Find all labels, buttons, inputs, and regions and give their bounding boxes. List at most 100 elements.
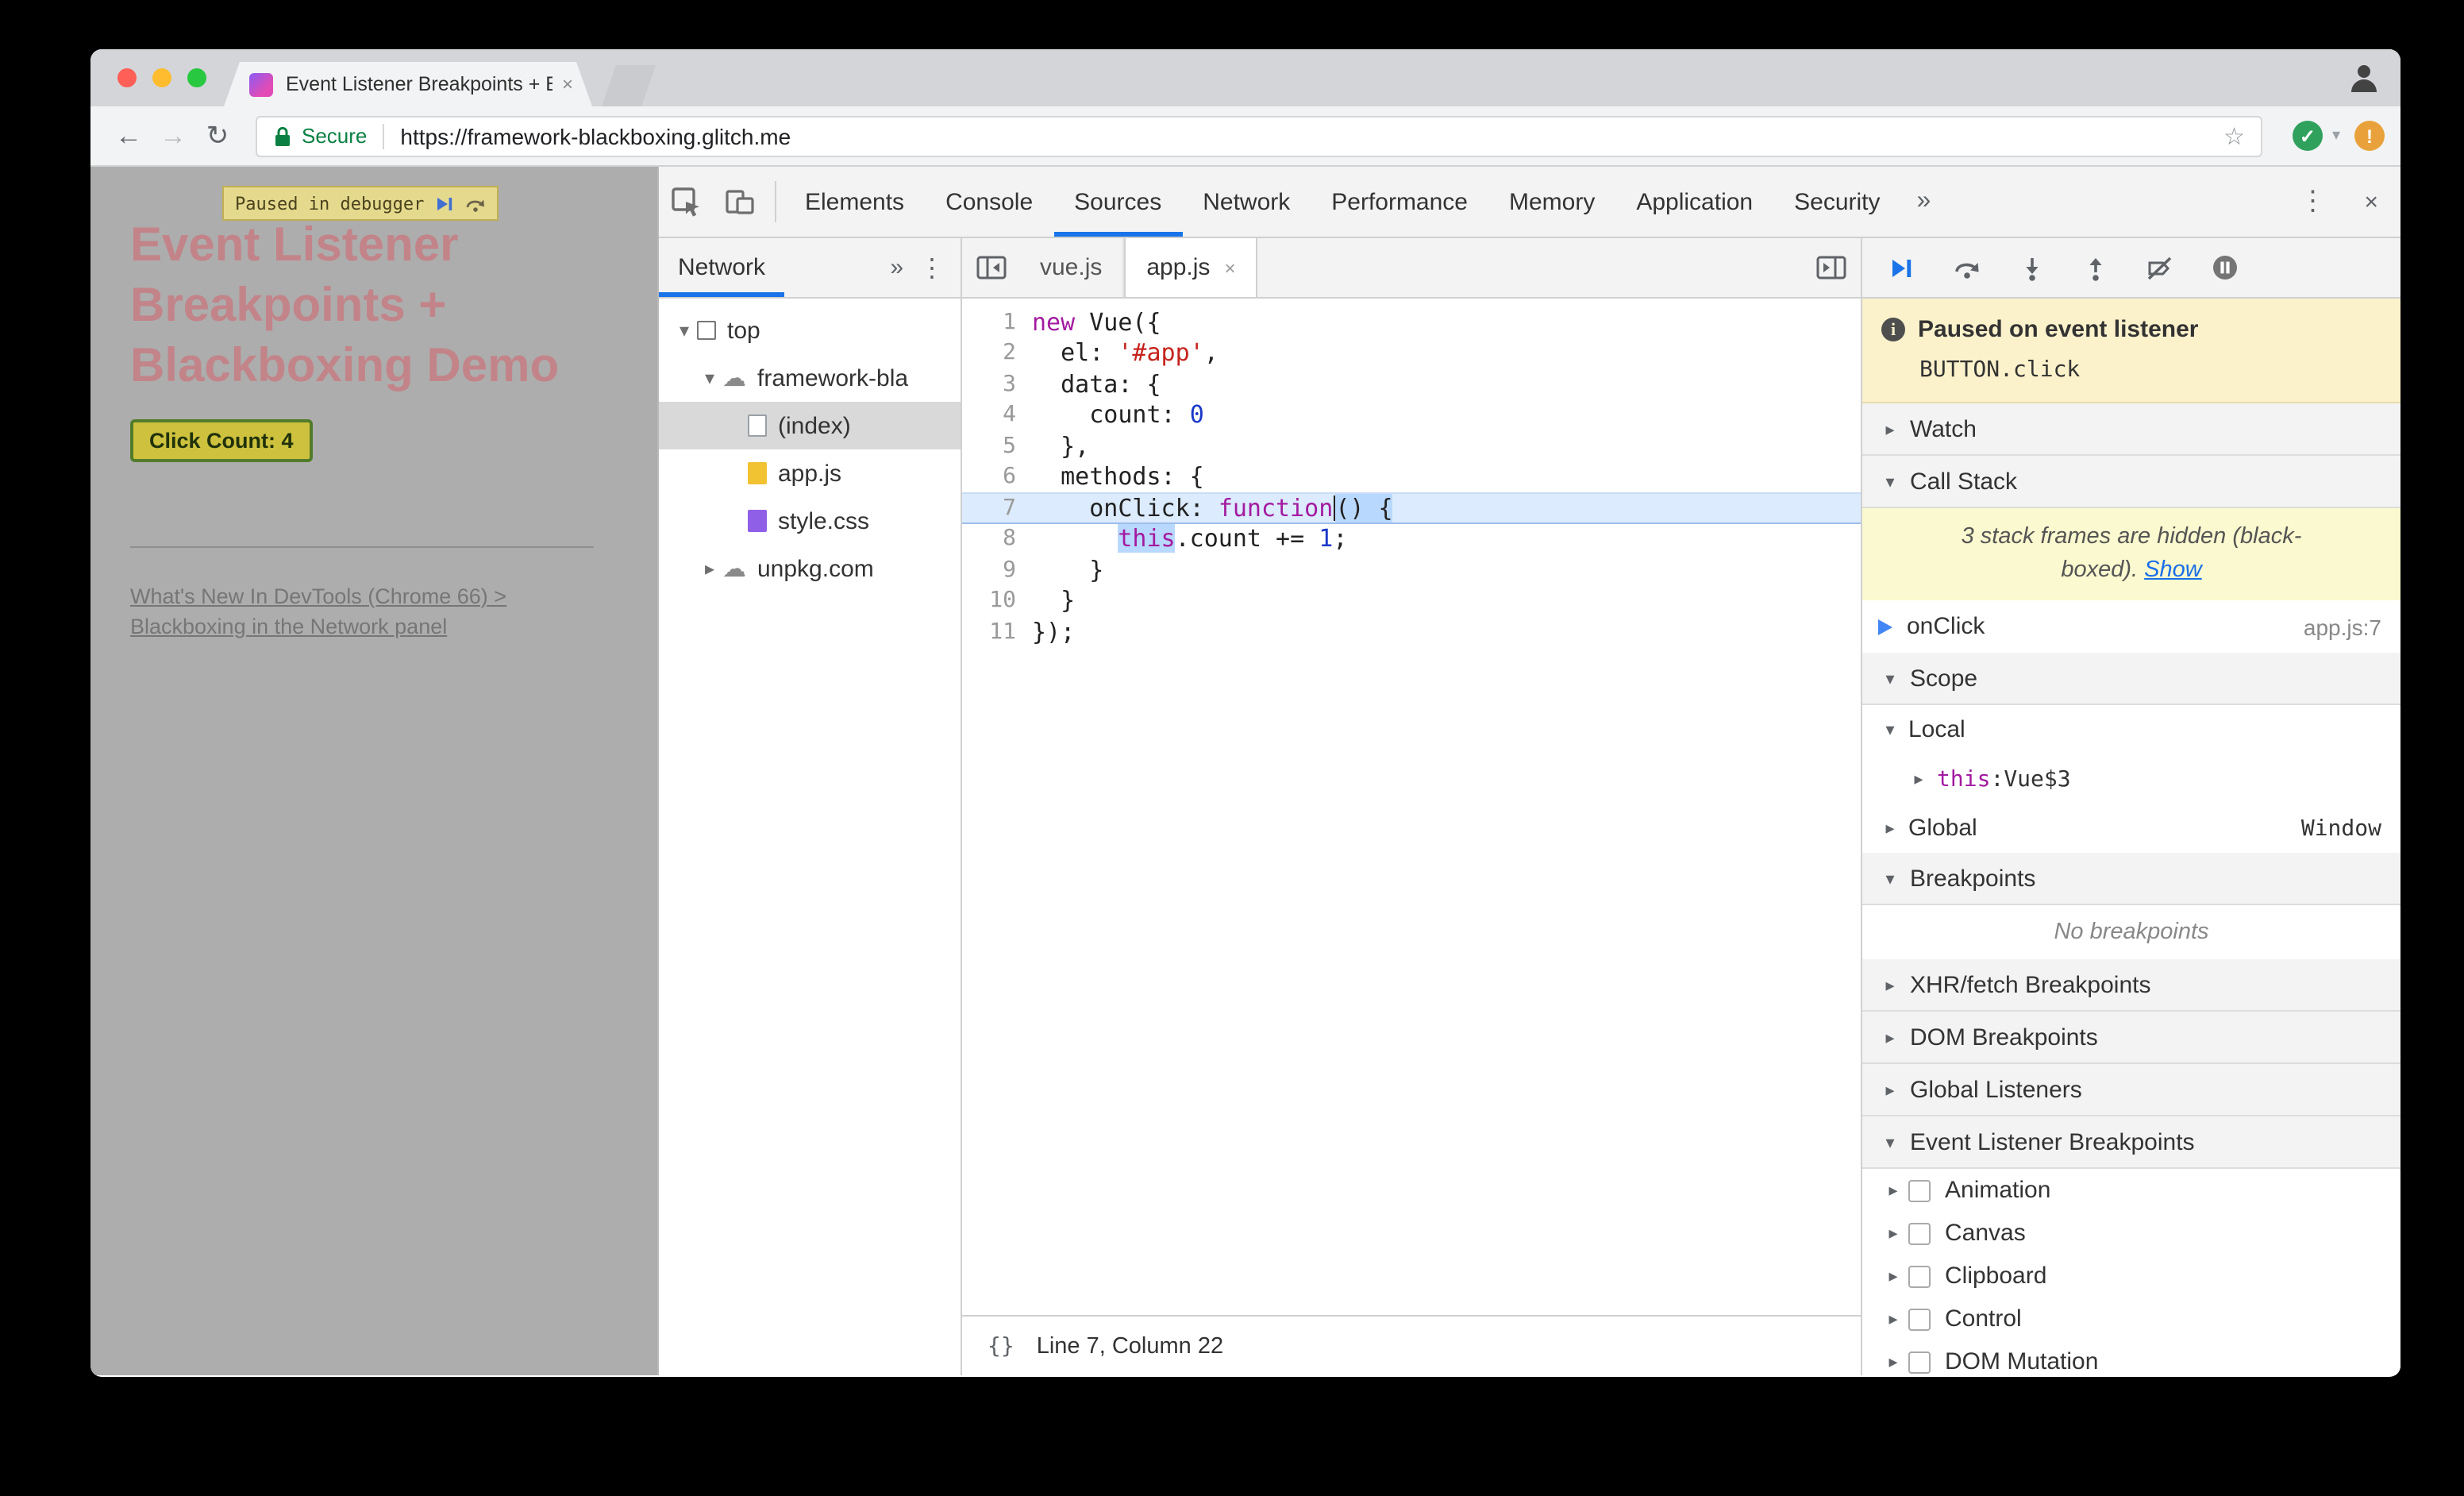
line-number[interactable]: 7 <box>962 495 1032 521</box>
event-category-canvas[interactable]: ▸ Canvas <box>1862 1212 2400 1255</box>
call-stack-frame[interactable]: onClick app.js:7 <box>1862 600 2400 653</box>
devtools-tab-network[interactable]: Network <box>1182 167 1311 237</box>
tree-item-framework-bla[interactable]: ▾ ☁ framework-bla <box>659 354 961 402</box>
tree-item-top[interactable]: ▾ top <box>659 307 961 354</box>
close-tab-icon[interactable]: × <box>1224 256 1235 279</box>
devtools-tab-performance[interactable]: Performance <box>1311 167 1488 237</box>
devtools-tab-security[interactable]: Security <box>1773 167 1900 237</box>
code-line-8[interactable]: 8 this.count += 1; <box>962 523 1861 554</box>
device-toolbar-icon[interactable] <box>713 187 767 216</box>
step-over-icon[interactable] <box>465 195 486 212</box>
line-number[interactable]: 10 <box>962 588 1032 614</box>
expander-icon[interactable]: ▾ <box>672 319 697 341</box>
collapse-arrow-icon[interactable]: ▾ <box>1881 471 1899 492</box>
tab-close-icon[interactable]: × <box>562 73 573 95</box>
show-debugger-sidebar-icon[interactable] <box>1800 238 1861 297</box>
event-category-clipboard[interactable]: ▸ Clipboard <box>1862 1255 2400 1297</box>
code-line-9[interactable]: 9 } <box>962 554 1861 585</box>
step-out-icon[interactable] <box>2083 255 2108 280</box>
devtools-tab-sources[interactable]: Sources <box>1053 167 1182 237</box>
editor-tab-vue-js[interactable]: vue.js <box>1019 238 1125 297</box>
devtools-tab-memory[interactable]: Memory <box>1488 167 1615 237</box>
category-checkbox[interactable] <box>1908 1222 1931 1244</box>
step-over-icon[interactable] <box>1953 255 1981 280</box>
code-line-10[interactable]: 10 } <box>962 585 1861 616</box>
devtools-menu-icon[interactable]: ⋮ <box>2283 186 2342 218</box>
more-tabs-icon[interactable]: » <box>1901 187 1947 216</box>
category-checkbox[interactable] <box>1908 1351 1931 1373</box>
category-checkbox[interactable] <box>1908 1265 1931 1287</box>
line-number[interactable]: 1 <box>962 310 1032 335</box>
window-close-button[interactable] <box>117 68 137 87</box>
collapse-arrow-icon[interactable]: ▸ <box>1881 418 1899 439</box>
bookmark-star-icon[interactable]: ☆ <box>2223 121 2245 150</box>
line-number[interactable]: 5 <box>962 434 1032 459</box>
expand-arrow-icon[interactable]: ▸ <box>1881 974 1899 995</box>
navigator-menu-icon[interactable]: ⋮ <box>903 252 961 283</box>
section-scope[interactable]: ▾ Scope <box>1862 653 2400 705</box>
scope-this-variable[interactable]: ▸ this: Vue$3 <box>1862 754 2400 804</box>
show-blackboxed-link[interactable]: Show <box>2144 557 2202 583</box>
section-event-listener-breakpoints[interactable]: ▾ Event Listener Breakpoints <box>1862 1116 2400 1169</box>
deactivate-breakpoints-icon[interactable] <box>2146 255 2173 280</box>
resume-script-icon[interactable] <box>435 195 454 212</box>
inspect-element-icon[interactable] <box>659 185 713 218</box>
tree-item-style-css[interactable]: style.css <box>659 497 961 545</box>
back-button[interactable]: ← <box>106 120 151 152</box>
section-dom-breakpoints[interactable]: ▸ DOM Breakpoints <box>1862 1012 2400 1064</box>
click-count-button[interactable]: Click Count: 4 <box>130 419 313 462</box>
line-number[interactable]: 9 <box>962 557 1032 583</box>
section-global-listeners[interactable]: ▸ Global Listeners <box>1862 1064 2400 1116</box>
expand-arrow-icon[interactable]: ▸ <box>1885 1309 1902 1329</box>
navigator-more-tabs-icon[interactable]: » <box>890 254 903 281</box>
line-number[interactable]: 6 <box>962 465 1032 490</box>
event-category-dom-mutation[interactable]: ▸ DOM Mutation <box>1862 1340 2400 1375</box>
section-call-stack[interactable]: ▾ Call Stack <box>1862 456 2400 508</box>
devtools-tab-application[interactable]: Application <box>1615 167 1773 237</box>
devtools-tab-console[interactable]: Console <box>925 167 1053 237</box>
code-line-6[interactable]: 6 methods: { <box>962 461 1861 492</box>
forward-button[interactable]: → <box>151 120 195 152</box>
pause-on-exceptions-icon[interactable] <box>2212 254 2239 281</box>
collapse-arrow-icon[interactable]: ▾ <box>1881 719 1899 740</box>
browser-profile-icon[interactable] <box>2350 64 2378 92</box>
tree-item-unpkg-com[interactable]: ▸ ☁ unpkg.com <box>659 545 961 592</box>
extension-badge-orange[interactable]: ! <box>2354 121 2385 151</box>
devtools-close-icon[interactable]: × <box>2342 188 2400 215</box>
reload-button[interactable]: ↻ <box>195 120 240 152</box>
hide-navigator-icon[interactable] <box>962 238 1019 297</box>
new-tab-button[interactable] <box>602 65 656 106</box>
browser-tab[interactable]: Event Listener Breakpoints + B × <box>224 62 592 106</box>
expand-arrow-icon[interactable]: ▸ <box>1885 1266 1902 1286</box>
tree-item-app-js[interactable]: app.js <box>659 449 961 497</box>
address-bar[interactable]: Secure https://framework-blackboxing.gli… <box>256 115 2262 156</box>
extension-badge-green[interactable]: ✓ <box>2292 121 2323 151</box>
line-number[interactable]: 8 <box>962 526 1032 552</box>
section-breakpoints[interactable]: ▾ Breakpoints <box>1862 853 2400 905</box>
chevron-down-icon[interactable]: ▾ <box>2332 127 2340 145</box>
category-checkbox[interactable] <box>1908 1308 1931 1330</box>
line-number[interactable]: 2 <box>962 341 1032 366</box>
expand-arrow-icon[interactable]: ▸ <box>1881 818 1899 839</box>
resume-script-icon[interactable] <box>1888 255 1915 280</box>
tree-item-index[interactable]: (index) <box>659 402 961 449</box>
scope-global[interactable]: ▸ Global Window <box>1862 804 2400 853</box>
expand-arrow-icon[interactable]: ▸ <box>1881 1027 1899 1047</box>
navigator-tab-network[interactable]: Network <box>659 238 784 297</box>
code-line-3[interactable]: 3 data: { <box>962 368 1861 399</box>
code-line-4[interactable]: 4 count: 0 <box>962 399 1861 430</box>
code-line-2[interactable]: 2 el: '#app', <box>962 337 1861 368</box>
collapse-arrow-icon[interactable]: ▾ <box>1881 1132 1899 1152</box>
line-number[interactable]: 4 <box>962 403 1032 428</box>
editor-tab-app-js[interactable]: app.js × <box>1124 238 1258 297</box>
devtools-tab-elements[interactable]: Elements <box>784 167 925 237</box>
scope-local[interactable]: ▾ Local <box>1862 705 2400 754</box>
expand-arrow-icon[interactable]: ▸ <box>1885 1180 1902 1201</box>
collapse-arrow-icon[interactable]: ▾ <box>1881 668 1899 688</box>
expander-icon[interactable]: ▾ <box>697 367 722 389</box>
expander-icon[interactable]: ▸ <box>697 557 722 580</box>
code-line-11[interactable]: 11}); <box>962 616 1861 647</box>
frame-location[interactable]: app.js:7 <box>2304 614 2381 639</box>
event-category-control[interactable]: ▸ Control <box>1862 1297 2400 1340</box>
pretty-print-icon[interactable]: {} <box>988 1333 1014 1359</box>
